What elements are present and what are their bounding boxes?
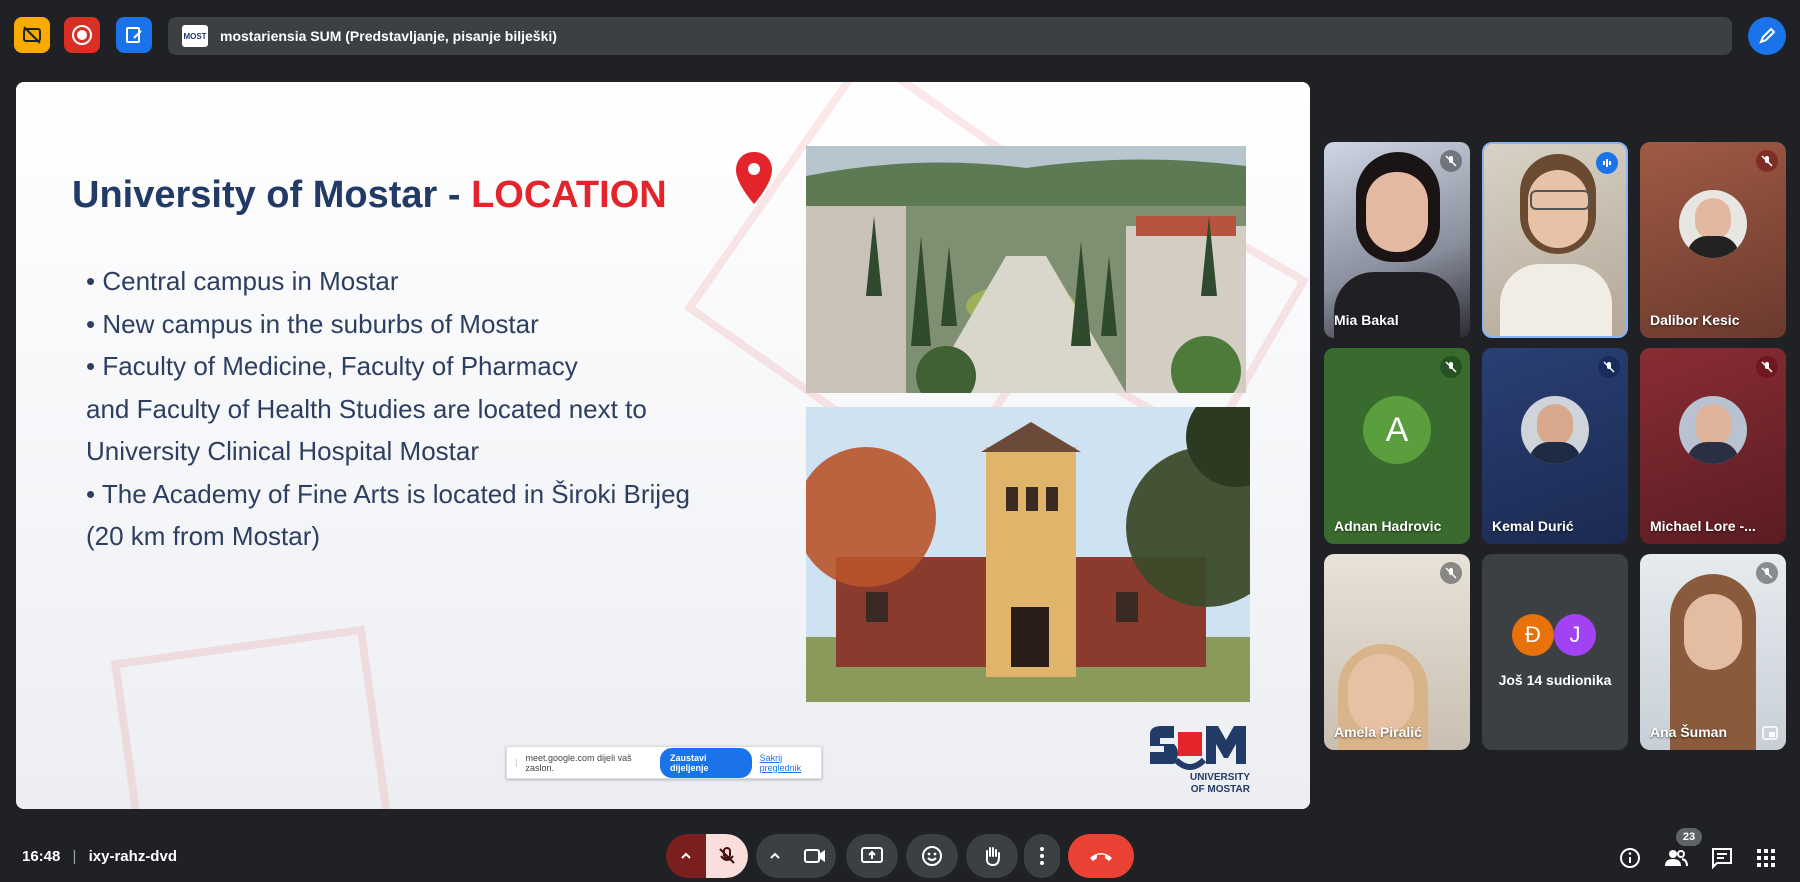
present-screen-button[interactable] bbox=[846, 834, 898, 878]
sum-small-logo: MOST bbox=[182, 25, 208, 47]
drag-handle-icon[interactable]: ⁞ bbox=[515, 758, 518, 768]
participant-name: Adnan Hadrovic bbox=[1334, 518, 1442, 534]
mic-muted-icon bbox=[1440, 356, 1462, 378]
note-pen-icon bbox=[126, 27, 142, 43]
record-icon bbox=[72, 25, 92, 45]
share-message: meet.google.com dijeli vaš zaslon. bbox=[525, 752, 632, 773]
apps-grid-icon bbox=[1757, 849, 1775, 867]
participant-tile[interactable]: Amela Piralić bbox=[1324, 554, 1470, 750]
participant-avatar: Đ bbox=[1512, 614, 1554, 656]
camera-control-group bbox=[756, 834, 836, 878]
bullet-line: • Faculty of Medicine, Faculty of Pharma… bbox=[86, 351, 578, 381]
bullet-line: • The Academy of Fine Arts is located in… bbox=[86, 478, 691, 509]
end-call-icon bbox=[1090, 853, 1112, 861]
slide-bullet-list: • Central campus in Mostar • New campus … bbox=[86, 260, 806, 558]
participant-name: Michael Lore -... bbox=[1650, 518, 1756, 534]
participant-avatar bbox=[1679, 190, 1747, 259]
academy-building-photo bbox=[806, 407, 1250, 702]
participant-tile[interactable]: Kemal Durić bbox=[1482, 348, 1628, 544]
bullet-line: • New campus in the suburbs of Mostar bbox=[86, 308, 539, 339]
emoji-icon bbox=[922, 846, 942, 866]
mic-muted-icon bbox=[1440, 562, 1462, 584]
mic-off-icon bbox=[719, 847, 735, 864]
meeting-code: ixy-rahz-dvd bbox=[88, 848, 177, 865]
shared-screen-slide: University of Mostar - LOCATION • Centra… bbox=[16, 82, 1310, 809]
participant-avatar: A bbox=[1363, 396, 1431, 465]
chevron-up-icon bbox=[681, 852, 691, 859]
mic-muted-icon bbox=[1756, 562, 1778, 584]
location-pin-icon bbox=[736, 152, 772, 204]
hand-icon bbox=[985, 847, 1000, 867]
mic-options-button[interactable] bbox=[666, 834, 706, 878]
more-participants-tile[interactable]: Đ J Još 14 sudionika bbox=[1482, 554, 1628, 750]
mic-muted-icon bbox=[1440, 150, 1462, 172]
more-participants-label: Još 14 sudionika bbox=[1498, 672, 1612, 688]
participant-tile[interactable]: Mia Bakal bbox=[1324, 142, 1470, 338]
mic-muted-icon bbox=[1598, 356, 1620, 378]
chat-icon bbox=[1712, 848, 1732, 869]
mic-muted-icon bbox=[1756, 356, 1778, 378]
participant-avatar bbox=[1679, 396, 1747, 465]
participant-face bbox=[1348, 654, 1414, 734]
captions-off-icon bbox=[23, 26, 41, 44]
bullet-line: University Clinical Hospital Mostar bbox=[86, 436, 479, 466]
pin-tile-icon[interactable] bbox=[1762, 726, 1778, 740]
notes-button[interactable] bbox=[116, 17, 152, 53]
participant-face bbox=[1684, 594, 1742, 670]
present-screen-icon bbox=[861, 847, 883, 863]
slide-title: University of Mostar - LOCATION bbox=[72, 174, 667, 216]
pen-icon bbox=[1759, 27, 1776, 44]
svg-text:UNIVERSITY: UNIVERSITY bbox=[1190, 772, 1250, 783]
leave-call-button[interactable] bbox=[1068, 834, 1134, 878]
participant-tile[interactable]: Michael Lore -... bbox=[1640, 348, 1786, 544]
university-of-mostar-logo: UNIVERSITY OF MOSTAR bbox=[1150, 726, 1251, 795]
reactions-button[interactable] bbox=[906, 834, 958, 878]
activities-button[interactable] bbox=[1752, 844, 1780, 872]
more-options-button[interactable] bbox=[1024, 834, 1060, 878]
speaking-indicator-icon bbox=[1596, 152, 1618, 174]
bullet-line: (20 km from Mostar) bbox=[86, 521, 321, 551]
camera-toggle-button[interactable] bbox=[794, 834, 836, 878]
participant-tile-speaking[interactable] bbox=[1482, 142, 1628, 338]
raise-hand-button[interactable] bbox=[966, 834, 1018, 878]
mic-control-group bbox=[666, 834, 748, 878]
participant-tile[interactable]: A Adnan Hadrovic bbox=[1324, 348, 1470, 544]
participant-tile[interactable]: Ana Šuman bbox=[1640, 554, 1786, 750]
meeting-title-bar[interactable]: MOST mostariensia SUM (Predstavljanje, p… bbox=[168, 17, 1732, 55]
participant-name: Amela Piralić bbox=[1334, 724, 1422, 740]
participant-avatar bbox=[1521, 396, 1589, 465]
clock-time: 16:48 bbox=[22, 848, 61, 865]
mic-toggle-button[interactable] bbox=[706, 834, 748, 878]
meeting-title: mostariensia SUM (Predstavljanje, pisanj… bbox=[220, 28, 557, 44]
video-camera-icon bbox=[804, 849, 825, 863]
participant-tile[interactable]: Dalibor Kesic bbox=[1640, 142, 1786, 338]
edit-pen-button[interactable] bbox=[1748, 17, 1786, 55]
info-icon bbox=[1620, 848, 1640, 868]
participant-face bbox=[1366, 172, 1428, 252]
recording-button[interactable] bbox=[64, 17, 100, 53]
participant-avatar: J bbox=[1554, 614, 1596, 656]
bullet-line: • Central campus in Mostar bbox=[86, 266, 399, 296]
screen-share-popup: ⁞ meet.google.com dijeli vaš zaslon. Zau… bbox=[506, 746, 822, 779]
people-icon bbox=[1665, 850, 1688, 867]
people-button[interactable] bbox=[1662, 844, 1690, 872]
campus-aerial-photo bbox=[806, 146, 1246, 393]
stop-sharing-button[interactable]: Zaustavi dijeljenje bbox=[660, 747, 752, 778]
chevron-up-icon bbox=[770, 852, 780, 859]
meeting-info: 16:48 | ixy-rahz-dvd bbox=[22, 848, 177, 865]
captions-off-button[interactable] bbox=[14, 17, 50, 53]
meeting-details-button[interactable] bbox=[1616, 844, 1644, 872]
bullet-line: and Faculty of Health Studies are locate… bbox=[86, 393, 647, 424]
participant-name: Ana Šuman bbox=[1650, 724, 1728, 740]
hide-browser-link[interactable]: Sakrij preglednik bbox=[760, 753, 821, 773]
mic-muted-icon bbox=[1756, 150, 1778, 172]
participant-name: Kemal Durić bbox=[1492, 518, 1574, 534]
camera-options-button[interactable] bbox=[756, 834, 794, 878]
more-vert-icon bbox=[1040, 847, 1044, 865]
top-bar: MOST mostariensia SUM (Predstavljanje, p… bbox=[0, 0, 1800, 72]
chat-button[interactable] bbox=[1708, 844, 1736, 872]
participant-name: Mia Bakal bbox=[1334, 312, 1399, 328]
svg-text:OF MOSTAR: OF MOSTAR bbox=[1191, 784, 1251, 795]
participant-name: Dalibor Kesic bbox=[1650, 312, 1740, 328]
